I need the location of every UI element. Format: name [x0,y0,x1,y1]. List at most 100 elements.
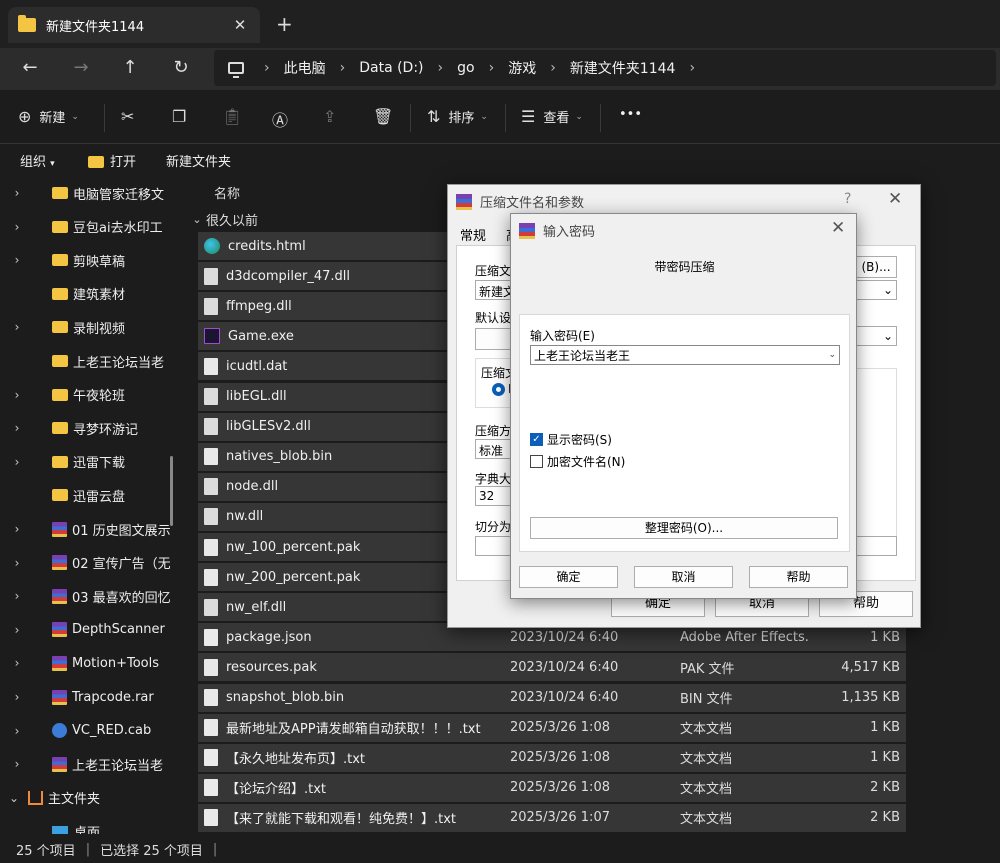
breadcrumb-this-pc[interactable]: 此电脑 [284,58,326,78]
tree-item[interactable]: 建筑素材 [0,279,170,309]
browse-button[interactable]: (B)... [855,256,897,278]
tree-item[interactable]: › 上老王论坛当老 [0,749,170,779]
tree-item[interactable]: › 豆包ai去水印工 [0,212,170,242]
tree-item[interactable]: › 02 宣传广告（无 [0,548,170,578]
organize-menu[interactable]: 组织 ▾ [20,151,55,170]
chevron-right-icon[interactable]: › [0,556,34,570]
rename-button[interactable]: Ⓐ [272,107,296,131]
tree-item[interactable]: › DepthScanner [0,615,170,645]
chevron-right-icon[interactable]: › [0,421,34,435]
address-bar[interactable]: › 此电脑 › Data (D:) › go › 游戏 › 新建文件夹1144 … [214,50,996,86]
paste-button[interactable]: 📋︎ [222,107,250,126]
password-input[interactable]: 上老王论坛当老王 ⌄ [530,345,840,365]
file-row[interactable]: 【永久地址发布页】.txt 2025/3/26 1:08 文本文档 1 KB [198,743,906,772]
tree-item[interactable]: › Trapcode.rar [0,682,170,712]
file-row[interactable]: snapshot_blob.bin 2023/10/24 6:40 BIN 文件 1,… [198,683,906,712]
file-row[interactable]: 【论坛介绍】.txt 2025/3/26 1:08 文本文档 2 KB [198,773,906,802]
breadcrumb-separator-icon[interactable]: › [438,60,444,76]
tree-item[interactable]: › 录制视频 [0,312,170,342]
profile-button[interactable] [475,328,515,350]
breadcrumb-drive[interactable]: Data (D:) [359,60,423,76]
delete-button[interactable]: 🗑︎ [373,107,401,126]
chevron-right-icon[interactable]: › [0,656,34,670]
tree-item[interactable]: › 电脑管家迁移文 [0,178,170,208]
split-input[interactable] [475,536,515,556]
new-folder-button[interactable]: 新建文件夹 [166,151,231,170]
tree-item[interactable]: 上老王论坛当老 [0,346,170,376]
chevron-right-icon[interactable]: › [0,388,34,402]
tab-general[interactable]: 常规 [460,225,486,244]
tree-item-home[interactable]: ⌄ 主文件夹 [0,783,170,813]
dll-file-icon [204,418,218,436]
chevron-right-icon[interactable]: › [0,589,34,603]
navigation-pane[interactable]: › 电脑管家迁移文 › 豆包ai去水印工 › 剪映草稿建筑素材 › 录制视频上老王论坛当老 › 午… [0,176,178,834]
column-header-name[interactable]: 名称 [214,183,240,202]
organize-passwords-button[interactable]: 整理密码(O)... [530,517,838,539]
tree-item[interactable]: › 03 最喜欢的回忆 [0,581,170,611]
close-icon[interactable]: ✕ [888,189,902,209]
share-button[interactable]: ⇪ [323,107,344,126]
more-options-button[interactable]: ••• [619,107,642,122]
up-arrow-icon[interactable]: ↑ [118,57,142,78]
password-field-right[interactable] [855,536,897,556]
method-select[interactable]: 标准 [475,439,515,459]
open-button[interactable]: 打开 [88,151,136,170]
close-tab-icon[interactable]: ✕ [230,16,250,34]
refresh-icon[interactable]: ↻ [169,57,193,78]
chevron-right-icon[interactable]: › [0,253,34,267]
breadcrumb-go[interactable]: go [457,60,474,76]
chevron-right-icon[interactable]: › [0,320,34,334]
help-icon[interactable]: ? [844,191,851,207]
file-row[interactable]: 最新地址及APP请发邮箱自动获取！！！.txt 2025/3/26 1:08 文本文… [198,713,906,742]
breadcrumb-separator-icon[interactable]: › [489,60,495,76]
show-password-checkbox[interactable]: ✓ 显示密码(S) [530,431,612,448]
chevron-right-icon[interactable]: › [0,220,34,234]
chevron-right-icon[interactable]: › [0,522,34,536]
new-button[interactable]: ⊕ 新建 ⌄ [18,107,79,126]
breadcrumb-separator-icon[interactable]: › [550,60,556,76]
tree-item[interactable]: › 迅雷下载 [0,447,170,477]
tab-current-folder[interactable]: 新建文件夹1144 ✕ [8,7,260,43]
chevron-down-icon[interactable]: ⌄ [828,350,836,360]
chevron-right-icon[interactable]: › [0,623,34,637]
tree-item[interactable]: › 01 历史图文展示 [0,514,170,544]
dictionary-select[interactable]: 32 [475,486,515,506]
tree-item[interactable]: › Motion+Tools [0,648,170,678]
chevron-down-icon[interactable]: ⌄ [0,791,28,805]
encrypt-filenames-checkbox[interactable]: 加密文件名(N) [530,453,625,470]
chevron-right-icon[interactable]: › [0,455,34,469]
breadcrumb-games[interactable]: 游戏 [508,58,536,78]
breadcrumb-separator-icon[interactable]: › [264,60,270,76]
update-mode-dropdown[interactable]: ⌄ [855,326,897,346]
tree-item[interactable]: › 剪映草稿 [0,245,170,275]
tree-item[interactable]: › 午夜轮班 [0,380,170,410]
chevron-right-icon[interactable]: › [0,757,34,771]
new-tab-icon[interactable]: + [276,12,293,36]
close-icon[interactable]: ✕ [831,218,845,238]
tab-title: 新建文件夹1144 [46,19,145,35]
password-help-button[interactable]: 帮助 [749,566,848,588]
navigation-scrollbar[interactable] [170,456,173,526]
format-rar-radio[interactable] [492,383,505,396]
tree-item[interactable]: 迅雷云盘 [0,480,170,510]
breadcrumb-current[interactable]: 新建文件夹1144 [570,58,676,78]
file-row[interactable]: resources.pak 2023/10/24 6:40 PAK 文件 4,517 … [198,653,906,682]
tree-item-desktop[interactable]: 桌面 [0,816,170,834]
view-button[interactable]: ☰ 查看 ⌄ [521,107,583,126]
back-arrow-icon[interactable]: ← [18,57,42,78]
chevron-right-icon[interactable]: › [0,186,34,200]
file-row[interactable]: 【来了就能下载和观看！纯免费！】.txt 2025/3/26 1:07 文本文档 2 … [198,803,906,832]
chevron-right-icon[interactable]: › [0,690,34,704]
tree-item[interactable]: › 寻梦环游记 [0,413,170,443]
breadcrumb-separator-icon[interactable]: › [340,60,346,76]
cut-button[interactable]: ✂ [121,107,142,126]
copy-button[interactable]: ❐ [172,107,194,126]
archive-name-dropdown[interactable]: ⌄ [855,280,897,300]
password-ok-button[interactable]: 确定 [519,566,618,588]
breadcrumb-separator-icon[interactable]: › [689,60,695,76]
sort-button[interactable]: ⇅ 排序 ⌄ [427,107,488,126]
password-cancel-button[interactable]: 取消 [634,566,733,588]
chevron-right-icon[interactable]: › [0,724,34,738]
forward-arrow-icon[interactable]: → [69,57,93,78]
tree-item[interactable]: › VC_RED.cab [0,716,170,746]
